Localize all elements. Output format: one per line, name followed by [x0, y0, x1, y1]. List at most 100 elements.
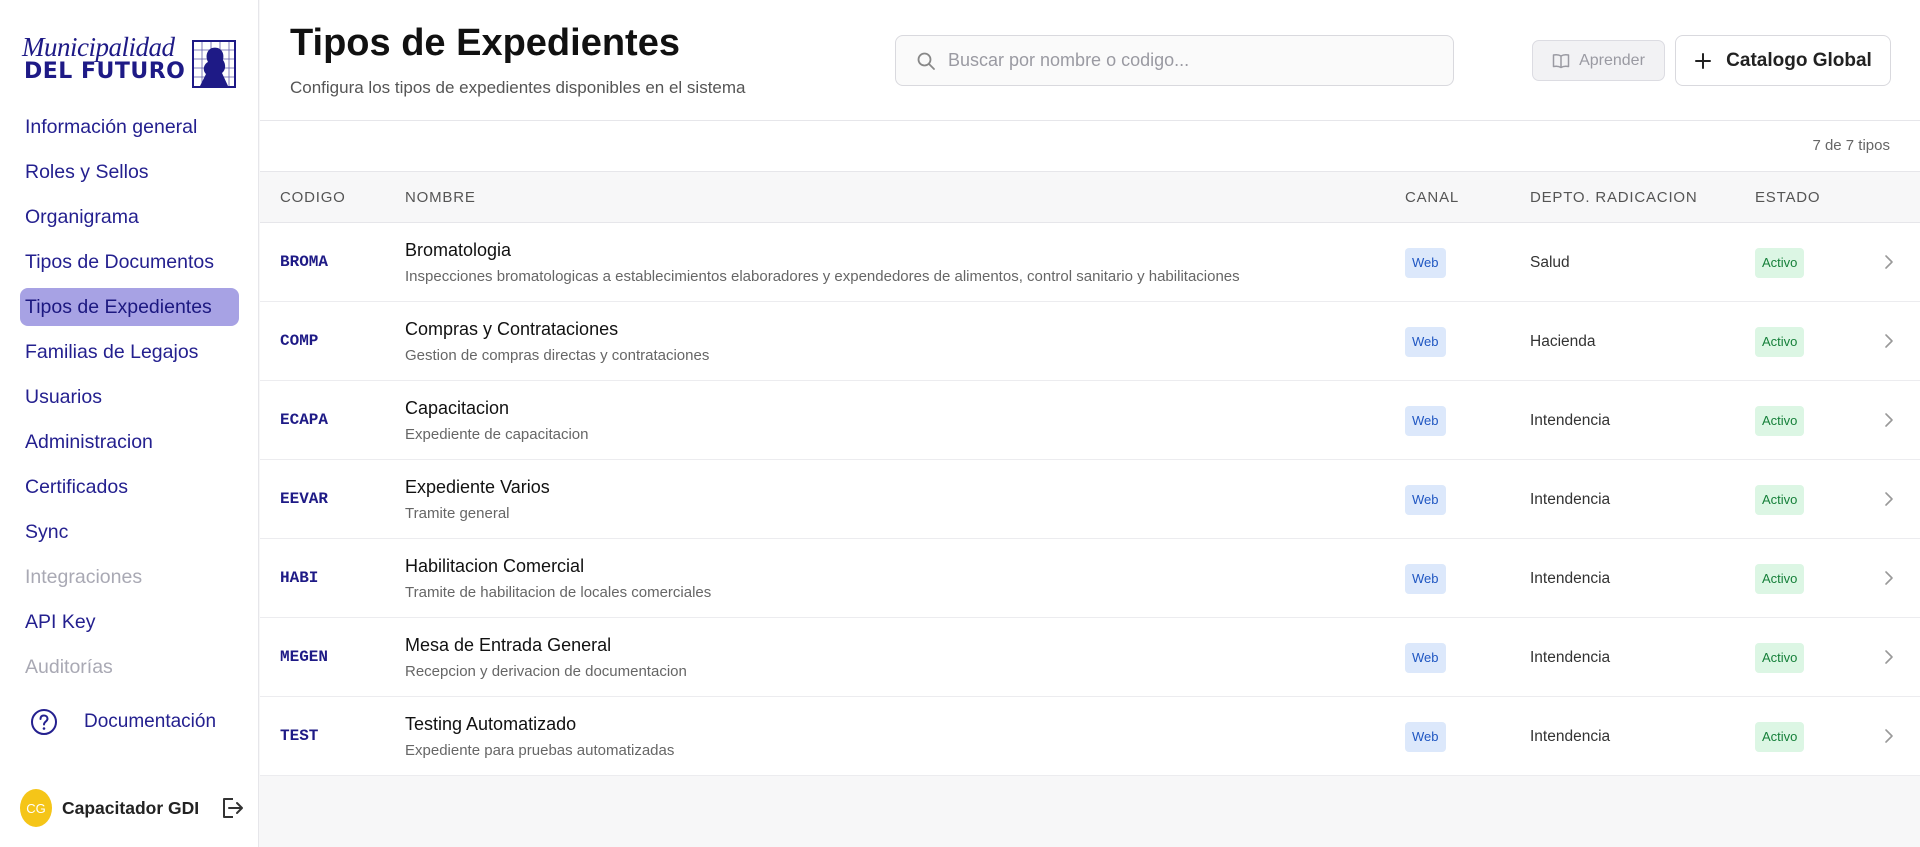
canal-badge: Web	[1405, 327, 1446, 357]
table-row[interactable]: BROMA Bromatologia Inspecciones bromatol…	[260, 223, 1920, 302]
canal-badge: Web	[1405, 248, 1446, 278]
canal-badge: Web	[1405, 643, 1446, 673]
page-subtitle: Configura los tipos de expedientes dispo…	[290, 78, 746, 97]
sidebar-item-administracion[interactable]: Administracion	[20, 423, 239, 461]
column-header-nombre[interactable]: NOMBRE	[405, 189, 476, 206]
status-badge: Activo	[1755, 643, 1805, 673]
sidebar-item-organigrama[interactable]: Organigrama	[20, 198, 239, 236]
canal-badge: Web	[1405, 722, 1446, 752]
sidebar-item-usuarios[interactable]: Usuarios	[20, 378, 239, 416]
sidebar-item-roles-y-sellos[interactable]: Roles y Sellos	[20, 153, 239, 191]
row-description: Recepcion y derivacion de documentacion	[405, 663, 687, 680]
sidebar-item-certificados[interactable]: Certificados	[20, 468, 239, 506]
results-count-bar: 7 de 7 tipos	[260, 121, 1920, 172]
learn-button[interactable]: Aprender	[1532, 40, 1665, 81]
sidebar-item-api-key[interactable]: API Key	[20, 603, 239, 641]
row-depto: Intendencia	[1530, 412, 1611, 429]
search-input[interactable]	[948, 50, 1428, 71]
sidebar-item-auditorias: Auditorías	[25, 656, 113, 678]
logo-emblem-icon	[192, 40, 236, 88]
plus-icon	[1695, 52, 1712, 69]
row-description: Expediente de capacitacion	[405, 426, 589, 443]
row-description: Expediente para pruebas automatizadas	[405, 742, 675, 759]
page-title: Tipos de Expedientes	[290, 22, 680, 64]
status-badge: Activo	[1755, 327, 1805, 357]
sidebar-nav: Información general Roles y Sellos Organ…	[20, 108, 239, 693]
learn-button-label: Aprender	[1579, 51, 1645, 69]
expedientes-table: CODIGO NOMBRE CANAL DEPTO. RADICACION ES…	[260, 172, 1920, 776]
sidebar-item-integraciones: Integraciones	[25, 566, 143, 588]
results-count: 7 de 7 tipos	[1812, 137, 1890, 154]
row-description: Tramite de habilitacion de locales comer…	[405, 584, 712, 601]
global-catalog-button[interactable]: Catalogo Global	[1675, 35, 1891, 86]
column-header-canal[interactable]: CANAL	[1405, 189, 1459, 206]
row-depto: Intendencia	[1530, 728, 1611, 745]
logout-icon[interactable]	[219, 795, 245, 821]
row-code: HABI	[280, 569, 319, 587]
row-depto: Hacienda	[1530, 333, 1596, 350]
status-badge: Activo	[1755, 248, 1805, 278]
row-name: Habilitacion Comercial	[405, 556, 585, 576]
row-name: Compras y Contrataciones	[405, 319, 619, 339]
table-row[interactable]: TEST Testing Automatizado Expediente par…	[260, 697, 1920, 776]
column-header-estado[interactable]: ESTADO	[1755, 189, 1820, 206]
chevron-right-icon[interactable]	[1880, 648, 1898, 666]
municipality-logo[interactable]: Municipalidad DEL FUTURO	[22, 32, 236, 88]
chevron-right-icon[interactable]	[1880, 332, 1898, 350]
row-description: Tramite general	[405, 505, 510, 522]
chevron-right-icon[interactable]	[1880, 727, 1898, 745]
row-depto: Salud	[1530, 254, 1570, 271]
chevron-right-icon[interactable]	[1880, 253, 1898, 271]
sidebar-item-tipos-de-expedientes[interactable]: Tipos de Expedientes	[20, 288, 239, 326]
sidebar: Municipalidad DEL FUTURO Información gen…	[0, 0, 259, 847]
sidebar-item-sync[interactable]: Sync	[20, 513, 239, 551]
chevron-right-icon[interactable]	[1880, 490, 1898, 508]
chevron-right-icon[interactable]	[1880, 569, 1898, 587]
status-badge: Activo	[1755, 722, 1805, 752]
row-depto: Intendencia	[1530, 570, 1611, 587]
sidebar-item-familias-de-legajos[interactable]: Familias de Legajos	[20, 333, 239, 371]
avatar[interactable]: CG	[20, 789, 52, 827]
canal-badge: Web	[1405, 564, 1446, 594]
status-badge: Activo	[1755, 406, 1805, 436]
column-header-codigo[interactable]: CODIGO	[280, 189, 346, 206]
help-circle-icon	[31, 709, 57, 735]
user-name: Capacitador GDI	[62, 797, 200, 818]
row-depto: Intendencia	[1530, 649, 1611, 666]
table-header: CODIGO NOMBRE CANAL DEPTO. RADICACION ES…	[260, 172, 1920, 223]
logo-bold-text: DEL FUTURO	[24, 59, 186, 84]
row-name: Capacitacion	[405, 398, 510, 418]
row-code: COMP	[280, 332, 319, 350]
table-row[interactable]: ECAPA Capacitacion Expediente de capacit…	[260, 381, 1920, 460]
search-icon	[917, 52, 935, 70]
sidebar-item-informacion-general[interactable]: Información general	[20, 108, 239, 146]
sidebar-item-tipos-de-documentos[interactable]: Tipos de Documentos	[20, 243, 239, 281]
column-header-depto[interactable]: DEPTO. RADICACION	[1530, 189, 1698, 206]
search-box	[895, 35, 1454, 86]
row-description: Gestion de compras directas y contrataci…	[405, 347, 710, 364]
row-code: ECAPA	[280, 411, 329, 429]
book-open-icon	[1552, 53, 1570, 68]
row-description: Inspecciones bromatologicas a establecim…	[405, 268, 1240, 285]
user-menu: CG Capacitador GDI	[20, 789, 245, 827]
row-code: BROMA	[280, 253, 329, 271]
chevron-right-icon[interactable]	[1880, 411, 1898, 429]
row-name: Mesa de Entrada General	[405, 635, 612, 655]
status-badge: Activo	[1755, 564, 1805, 594]
row-name: Testing Automatizado	[405, 714, 577, 734]
row-code: EEVAR	[280, 490, 329, 508]
table-row[interactable]: HABI Habilitacion Comercial Tramite de h…	[260, 539, 1920, 618]
documentation-link[interactable]: Documentación	[30, 707, 216, 737]
page-header: Tipos de Expedientes Configura los tipos…	[260, 0, 1920, 121]
table-row[interactable]: COMP Compras y Contrataciones Gestion de…	[260, 302, 1920, 381]
global-catalog-label: Catalogo Global	[1726, 49, 1872, 71]
table-row[interactable]: MEGEN Mesa de Entrada General Recepcion …	[260, 618, 1920, 697]
canal-badge: Web	[1405, 485, 1446, 515]
row-code: TEST	[280, 727, 319, 745]
row-depto: Intendencia	[1530, 491, 1611, 508]
table-row[interactable]: EEVAR Expediente Varios Tramite general …	[260, 460, 1920, 539]
row-name: Bromatologia	[405, 240, 512, 260]
canal-badge: Web	[1405, 406, 1446, 436]
documentation-label: Documentación	[84, 711, 217, 732]
row-code: MEGEN	[280, 648, 329, 666]
